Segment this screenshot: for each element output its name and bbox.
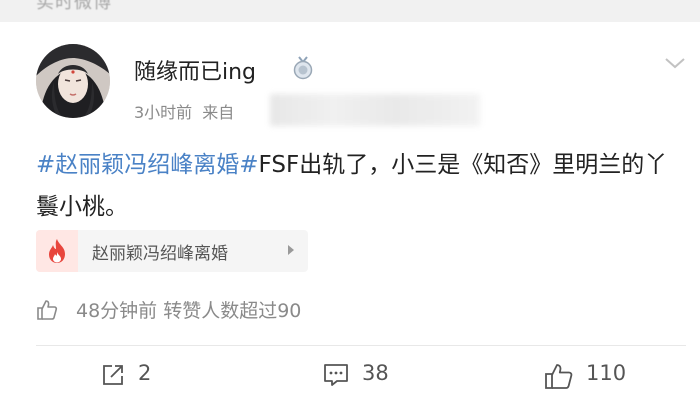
header-cut-text: 实时微博 [36,0,112,13]
blurred-source-overlay [270,94,480,126]
topic-label: 赵丽颖冯绍峰离婚 [92,244,228,264]
thumbs-up-icon [545,364,573,389]
topic-arrow-icon [288,245,294,255]
comment-icon [324,364,348,386]
like-info-text: 48分钟前 转赞人数超过90 [76,300,302,322]
post-text: #赵丽颖冯绍峰离婚#FSF出轨了，小三是《知否》里明兰的丫鬟小桃。 [36,144,676,228]
username[interactable]: 随缘而已ing [134,54,256,86]
thumbs-up-icon [37,300,58,320]
fire-icon [36,230,78,272]
topic-card[interactable]: 赵丽颖冯绍峰离婚 [36,230,308,272]
share-count: 2 [138,361,152,385]
post-source: 来自 [202,103,235,122]
weibo-post-screen: 实时微博 随缘而已ing 3小时前 来自 #赵丽颖冯绍峰离婚#FSF出轨了，小三… [0,0,700,406]
like-count: 110 [586,361,627,385]
medal-icon[interactable] [292,56,314,80]
chevron-down-icon[interactable] [664,55,686,69]
post-meta: 3小时前 来自 [134,99,234,123]
comment-count: 38 [362,361,389,385]
avatar[interactable] [36,44,110,118]
hashtag-link[interactable]: #赵丽颖冯绍峰离婚# [36,152,259,178]
divider [36,345,686,346]
post-time: 3小时前 [134,103,193,122]
top-header-strip: 实时微博 [0,0,700,22]
share-icon [103,365,123,385]
